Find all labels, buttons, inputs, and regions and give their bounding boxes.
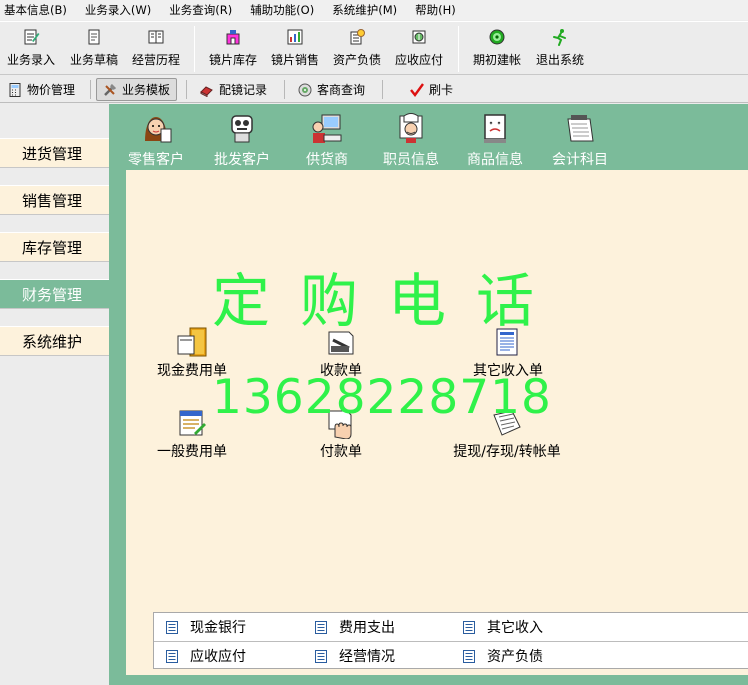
disc-icon [298,83,312,96]
menu-business-entry[interactable]: 业务录入(W) [85,2,151,18]
link-cash-bank[interactable]: 现金银行 [166,613,246,641]
ledger-book-icon [148,30,164,44]
fitting-record-button[interactable]: 配镜记录 [194,78,273,101]
sidebar-item-inventory[interactable]: 库存管理 [0,232,109,262]
link-receivables[interactable]: 应收应付 [166,642,246,670]
menu-bar: 基本信息(B) 业务录入(W) 业务查询(R) 辅助功能(O) 系统维护(M) … [0,0,748,20]
sidebar: 进货管理 销售管理 库存管理 财务管理 系统维护 [0,104,109,685]
phone-number-watermark: 13628228718 [212,370,552,425]
menu-basic-info[interactable]: 基本信息(B) [4,2,67,18]
notepad-icon [567,115,594,142]
main-toolbar: 业务录入 业务草稿 经营历程 镜片库存 镜片销售 资产负债 应收应付 期初建帐 … [0,21,748,75]
cash-expense-icon [177,327,207,357]
business-template-button[interactable]: 业务模板 [96,78,178,101]
money-bag-icon [412,30,426,44]
menu-auxiliary[interactable]: 辅助功能(O) [250,2,314,18]
list-icon [315,649,327,663]
entry-button[interactable]: 业务录入 [0,28,62,70]
link-operations[interactable]: 经营情况 [315,642,395,670]
tab-staff-info[interactable]: 职员信息 [373,111,449,169]
tab-product-info[interactable]: 商品信息 [457,111,533,169]
calculator-icon [9,82,21,97]
list-icon [166,620,178,634]
history-button[interactable]: 经营历程 [125,28,187,70]
edit-document-icon [24,29,40,45]
secondary-toolbar: 物价管理 业务模板 配镜记录 客商查询 刷卡 [0,76,748,103]
list-icon [463,649,475,663]
sales-chart-icon [287,29,303,45]
list-icon [315,620,327,634]
card-swipe-button[interactable]: 刷卡 [404,78,459,101]
sidebar-item-purchase[interactable]: 进货管理 [0,138,109,168]
tools-icon [104,83,116,96]
robot-face-icon [231,115,253,143]
price-management-button[interactable]: 物价管理 [2,78,81,101]
balance-sheet-icon [350,29,365,45]
computer-user-icon [312,114,342,143]
link-expenses[interactable]: 费用支出 [315,613,395,641]
lens-stock-button[interactable]: 镜片库存 [202,28,264,70]
opening-button[interactable]: 期初建帐 [466,28,528,70]
target-icon [489,29,505,45]
running-man-icon [553,29,566,46]
customer-query-button[interactable]: 客商查询 [292,78,371,101]
eraser-icon [200,85,213,97]
link-balance-sheet[interactable]: 资产负债 [463,642,543,670]
receivables-button[interactable]: 应收应付 [388,28,450,70]
draft-document-icon [88,29,100,45]
sidebar-item-system[interactable]: 系统维护 [0,326,109,356]
link-other-income[interactable]: 其它收入 [463,613,543,641]
tab-suppliers[interactable]: 供货商 [289,111,365,169]
general-expense-icon [179,410,206,436]
tab-wholesale-customers[interactable]: 批发客户 [204,111,280,169]
chef-face-icon [399,113,423,143]
list-icon [166,649,178,663]
sidebar-item-finance[interactable]: 财务管理 [0,279,109,309]
checkmark-icon [410,82,424,97]
product-box-icon [484,114,506,143]
order-phone-watermark: 定购电话 [212,267,565,335]
exit-button[interactable]: 退出系统 [529,28,591,70]
menu-business-query[interactable]: 业务查询(R) [169,2,232,18]
warehouse-icon [226,30,240,45]
quick-links-row: 现金银行 费用支出 其它收入 [154,613,748,641]
menu-help[interactable]: 帮助(H) [415,2,456,18]
woman-face-icon [145,117,172,143]
quick-links: 现金银行 费用支出 其它收入 应收应付 经营情况 资产负债 [153,612,748,669]
draft-button[interactable]: 业务草稿 [63,28,125,70]
list-icon [463,620,475,634]
menu-system-maintenance[interactable]: 系统维护(M) [332,2,397,18]
lens-sales-button[interactable]: 镜片销售 [264,28,326,70]
sidebar-item-sales[interactable]: 销售管理 [0,185,109,215]
tab-retail-customers[interactable]: 零售客户 [118,111,194,169]
tab-accounting-subjects[interactable]: 会计科目 [542,111,618,169]
quick-links-row: 应收应付 经营情况 资产负债 [154,641,748,669]
assets-button[interactable]: 资产负债 [326,28,388,70]
